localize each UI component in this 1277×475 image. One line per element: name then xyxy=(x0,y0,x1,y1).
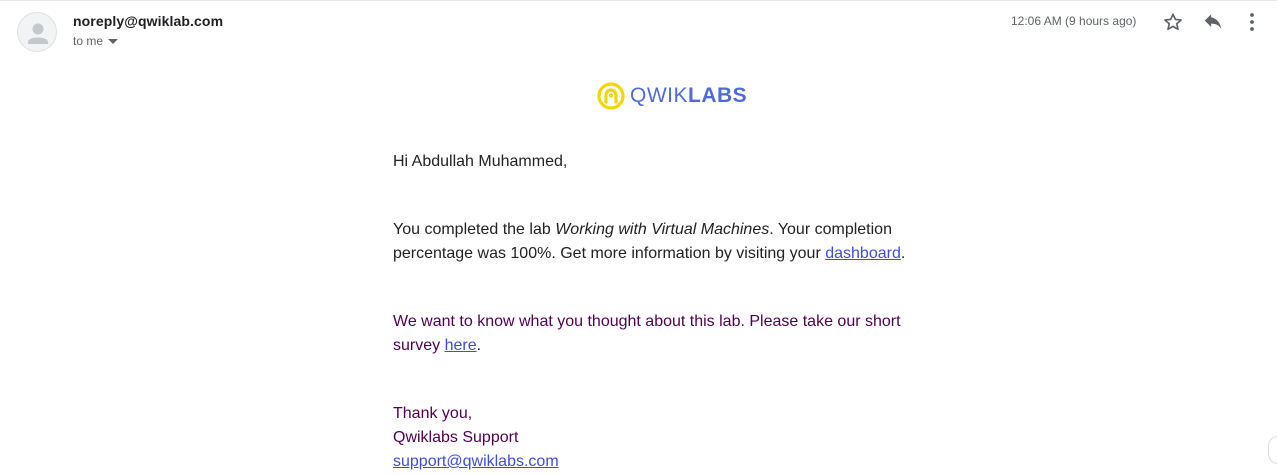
thanks-line: Thank you, xyxy=(393,405,473,422)
completion-paragraph: You completed the lab Working with Virtu… xyxy=(393,218,913,266)
recipients-toggle[interactable]: to me xyxy=(73,34,119,48)
star-icon xyxy=(1164,13,1182,31)
more-vert-icon xyxy=(1250,13,1254,31)
reply-button[interactable] xyxy=(1201,10,1225,34)
sender-avatar[interactable] xyxy=(17,12,57,52)
top-divider xyxy=(0,0,1277,1)
support-email-link[interactable]: support@qwiklabs.com xyxy=(393,453,559,470)
caret-down-icon xyxy=(108,38,119,44)
person-avatar-icon xyxy=(28,23,48,44)
survey-paragraph: We want to know what you thought about t… xyxy=(393,310,913,358)
qwiklabs-logo: QWIKLABS xyxy=(597,82,747,110)
logo-text-qwik: QWIK xyxy=(630,84,688,107)
sender-address[interactable]: noreply@qwiklab.com xyxy=(73,13,223,29)
signoff: Thank you, Qwiklabs Support support@qwik… xyxy=(393,402,913,474)
p1-end: . xyxy=(900,245,906,262)
team-line: Qwiklabs Support xyxy=(393,429,519,446)
side-panel-toggle[interactable] xyxy=(1268,436,1277,464)
greeting: Hi Abdullah Muhammed, xyxy=(393,153,568,170)
star-button[interactable] xyxy=(1161,10,1185,34)
dashboard-link[interactable]: dashboard xyxy=(825,245,901,262)
more-options-button[interactable] xyxy=(1240,10,1264,34)
p1-text: You completed the lab xyxy=(393,221,556,238)
reply-icon xyxy=(1204,14,1222,29)
recipient-label: to me xyxy=(73,34,104,48)
lab-name: Working with Virtual Machines xyxy=(555,221,770,238)
survey-link[interactable]: here xyxy=(445,337,477,354)
qwiklabs-logo-icon xyxy=(597,82,625,110)
message-timestamp: 12:06 AM (9 hours ago) xyxy=(1011,14,1137,28)
p2-end: . xyxy=(476,337,482,354)
logo-text-labs: LABS xyxy=(688,84,748,107)
